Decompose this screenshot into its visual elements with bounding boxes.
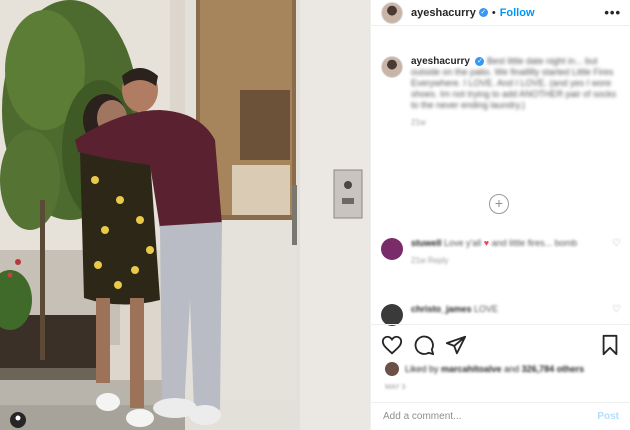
load-more-comments-button[interactable]: + (489, 194, 509, 214)
author-username[interactable]: ayeshacurry (411, 7, 476, 19)
comment-text: LOVE (474, 304, 499, 314)
comment-bubble-icon[interactable] (413, 334, 435, 356)
share-send-icon[interactable] (445, 334, 467, 356)
post-side-panel: ayeshacurry ✓ • Follow ••• ayeshacurry ✓… (370, 0, 630, 430)
post-header: ayeshacurry ✓ • Follow ••• (371, 0, 630, 26)
red-heart-emoji-icon: ♥ (483, 238, 490, 248)
post-photo[interactable] (0, 0, 370, 430)
comment-meta[interactable]: 21w Reply (411, 255, 606, 266)
caption-author-avatar[interactable] (381, 56, 403, 78)
post-caption: ayeshacurry ✓ Best little date night in.… (381, 56, 621, 128)
caption-timestamp[interactable]: 21w (411, 117, 621, 128)
comment-text: Love y'all (444, 238, 484, 248)
likes-text[interactable]: Liked by marcahitoalve and 326,784 other… (405, 364, 584, 374)
comment-like-heart-icon[interactable]: ♡ (612, 304, 621, 326)
post-photo-image (0, 0, 370, 430)
comment-username[interactable]: stuwell (411, 238, 442, 248)
add-comment-input[interactable] (383, 411, 598, 422)
header-separator: • (491, 6, 496, 19)
post-actions-bar (371, 324, 630, 360)
caption-username[interactable]: ayeshacurry (411, 56, 470, 67)
likes-summary: Liked by marcahitoalve and 326,784 other… (385, 362, 621, 376)
post-comment-button[interactable]: Post (597, 411, 619, 422)
liker-avatar[interactable] (385, 362, 399, 376)
more-options-icon[interactable]: ••• (604, 5, 621, 20)
comment-item: christo_james LOVE ♡ (381, 304, 621, 326)
post-date[interactable]: MAY 3 (385, 384, 405, 391)
verified-badge-icon: ✓ (478, 8, 488, 17)
follow-button[interactable]: Follow (500, 7, 535, 19)
comment-item: stuwell Love y'all ♥ and little fires...… (381, 238, 621, 266)
comment-avatar[interactable] (381, 238, 403, 260)
like-heart-icon[interactable] (381, 334, 403, 356)
caption-verified-badge-icon: ✓ (475, 57, 485, 66)
comment-avatar[interactable] (381, 304, 403, 326)
add-comment-row: Post (371, 402, 630, 430)
save-bookmark-icon[interactable] (599, 334, 621, 356)
comment-like-heart-icon[interactable]: ♡ (612, 238, 621, 266)
author-avatar[interactable] (381, 1, 403, 24)
comment-text-continued: and little fires... bomb (491, 238, 578, 248)
comment-username[interactable]: christo_james (411, 304, 472, 314)
